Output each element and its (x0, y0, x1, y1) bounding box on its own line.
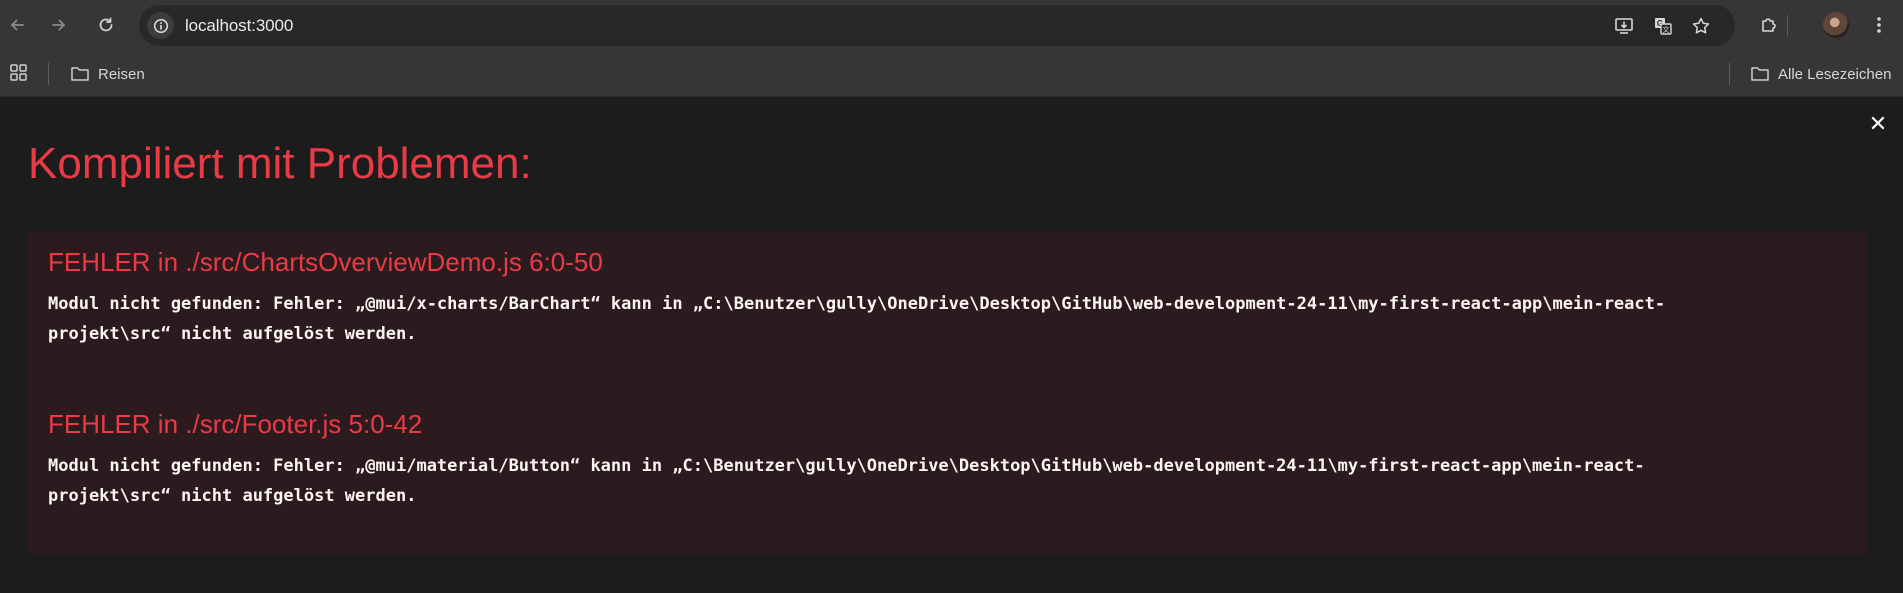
browser-menu-button[interactable] (1866, 12, 1892, 38)
error-panel: FEHLER in ./src/ChartsOverviewDemo.js 6:… (28, 231, 1867, 555)
kebab-menu-icon (1877, 17, 1881, 33)
error-message-line: Modul nicht gefunden: Fehler: „@mui/mate… (48, 456, 1645, 476)
puzzle-icon (1762, 18, 1776, 32)
back-button[interactable] (2, 10, 32, 40)
bookmarks-divider-right (1729, 63, 1730, 85)
error-message-line: projekt\src“ nicht aufgelöst werden. (48, 324, 417, 344)
error-heading: FEHLER in ./src/ChartsOverviewDemo.js 6:… (48, 247, 603, 277)
folder-icon (1751, 67, 1769, 81)
page-title: Kompiliert mit Problemen: (28, 139, 532, 188)
url-text[interactable]: localhost:3000 (185, 16, 293, 36)
bookmark-star-button[interactable] (1690, 15, 1712, 37)
install-app-button[interactable] (1613, 15, 1635, 37)
error-message-line: Modul nicht gefunden: Fehler: „@mui/x-ch… (48, 294, 1666, 314)
all-bookmarks-button[interactable]: Alle Lesezeichen (1750, 62, 1891, 86)
translate-button[interactable]: G文 (1652, 15, 1674, 37)
bookmark-folder-reisen[interactable]: Reisen (70, 62, 145, 86)
svg-text:文: 文 (1663, 25, 1670, 34)
reload-button[interactable] (91, 10, 121, 40)
apps-button[interactable] (9, 63, 31, 85)
profile-avatar[interactable] (1823, 12, 1849, 38)
all-bookmarks-label: Alle Lesezeichen (1778, 65, 1892, 83)
error-overlay: ✕ Kompiliert mit Problemen: FEHLER in ./… (0, 97, 1903, 593)
bookmarks-divider (48, 63, 49, 85)
reload-icon (99, 17, 113, 32)
error-message-line: projekt\src“ nicht aufgelöst werden. (48, 486, 417, 506)
close-overlay-button[interactable]: ✕ (1868, 113, 1888, 135)
info-icon (153, 18, 168, 33)
bookmark-label: Reisen (98, 65, 145, 83)
star-icon (1692, 17, 1710, 34)
folder-icon (71, 67, 89, 81)
site-info-button[interactable] (147, 12, 174, 39)
address-bar[interactable]: localhost:3000 G文 (139, 5, 1735, 46)
forward-button[interactable] (44, 10, 74, 40)
extensions-button[interactable] (1756, 12, 1782, 38)
browser-toolbar: localhost:3000 G文 (0, 0, 1903, 51)
install-app-icon (1615, 18, 1633, 34)
toolbar-divider (1787, 15, 1788, 37)
arrow-left-icon (11, 19, 24, 31)
bookmarks-bar: Reisen Alle Lesezeichen (0, 51, 1903, 97)
arrow-right-icon (52, 19, 65, 31)
apps-grid-icon (10, 64, 27, 81)
translate-icon: G文 (1655, 18, 1672, 35)
error-heading: FEHLER in ./src/Footer.js 5:0-42 (48, 409, 423, 439)
